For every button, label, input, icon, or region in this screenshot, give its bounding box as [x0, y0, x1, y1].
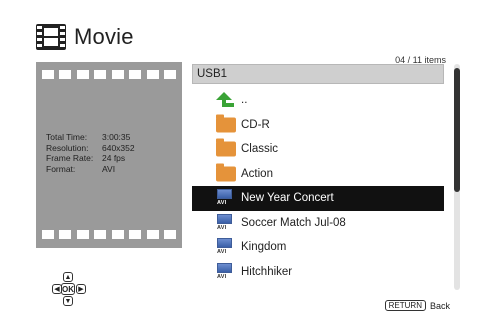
detail-row-total-time: Total Time: 3:00:35: [46, 132, 135, 143]
media-info-panel: Total Time: 3:00:35 Resolution: 640x352 …: [36, 62, 182, 248]
page-title: Movie: [74, 24, 134, 49]
folder-icon: [216, 114, 236, 133]
folder-icon: [216, 163, 236, 182]
list-item-file[interactable]: AVI Kingdom: [192, 235, 444, 260]
up-arrow-icon: [216, 92, 234, 108]
back-label: Back: [429, 300, 450, 311]
list-item-file[interactable]: AVI Hitchhiker: [192, 260, 444, 285]
file-list: .. CD-R Classic Action AVI New Year Conc…: [192, 88, 444, 284]
return-key-button[interactable]: RETURN: [384, 300, 426, 311]
detail-label: Total Time:: [46, 132, 88, 142]
avi-file-icon: AVI: [216, 213, 234, 232]
up-arrow-key-icon[interactable]: ▲: [63, 272, 73, 282]
ok-button[interactable]: OK: [61, 283, 75, 295]
film-strip-holes-top: [42, 70, 176, 80]
scrollbar-thumb[interactable]: [454, 68, 460, 192]
avi-file-icon: AVI: [216, 238, 234, 256]
list-item-folder[interactable]: Classic: [192, 137, 444, 162]
list-item-file-selected[interactable]: AVI New Year Concert: [192, 186, 444, 211]
list-item-folder[interactable]: CD-R: [192, 113, 444, 138]
nav-keys: ▲ ◀ OK ▶ ▼: [52, 272, 112, 312]
file-type-badge: AVI: [217, 200, 227, 207]
detail-label: Resolution:: [46, 142, 89, 153]
return-hint: RETURN Back: [384, 300, 450, 311]
detail-row-format: Format: AVI: [46, 164, 135, 175]
list-item-label: Soccer Match Jul-08: [241, 216, 346, 229]
media-details: Total Time: 3:00:35 Resolution: 640x352 …: [46, 132, 135, 174]
file-type-badge: AVI: [217, 273, 227, 280]
avi-file-icon: AVI: [216, 262, 234, 281]
file-type-badge: AVI: [217, 249, 227, 256]
page-header: Movie: [36, 24, 134, 50]
detail-value: 640x352: [102, 142, 135, 153]
list-item-parent[interactable]: ..: [192, 88, 444, 113]
film-strip-holes-bottom: [42, 230, 176, 240]
file-type-badge: AVI: [217, 224, 227, 231]
avi-file-icon: AVI: [216, 189, 234, 207]
detail-row-resolution: Resolution: 640x352: [46, 143, 135, 154]
film-icon: [36, 24, 66, 50]
detail-row-frame-rate: Frame Rate: 24 fps: [46, 153, 135, 164]
right-arrow-key-icon[interactable]: ▶: [76, 284, 86, 294]
folder-icon: [216, 138, 236, 157]
detail-label: Format:: [46, 163, 76, 174]
path-bar: USB1: [192, 64, 444, 84]
detail-label: Frame Rate:: [46, 153, 94, 163]
detail-value: AVI: [102, 163, 116, 174]
detail-value: 3:00:35: [102, 132, 131, 142]
detail-value: 24 fps: [102, 153, 126, 163]
list-item-folder[interactable]: Action: [192, 162, 444, 187]
down-arrow-key-icon[interactable]: ▼: [63, 296, 73, 306]
list-item-file[interactable]: AVI Soccer Match Jul-08: [192, 211, 444, 236]
